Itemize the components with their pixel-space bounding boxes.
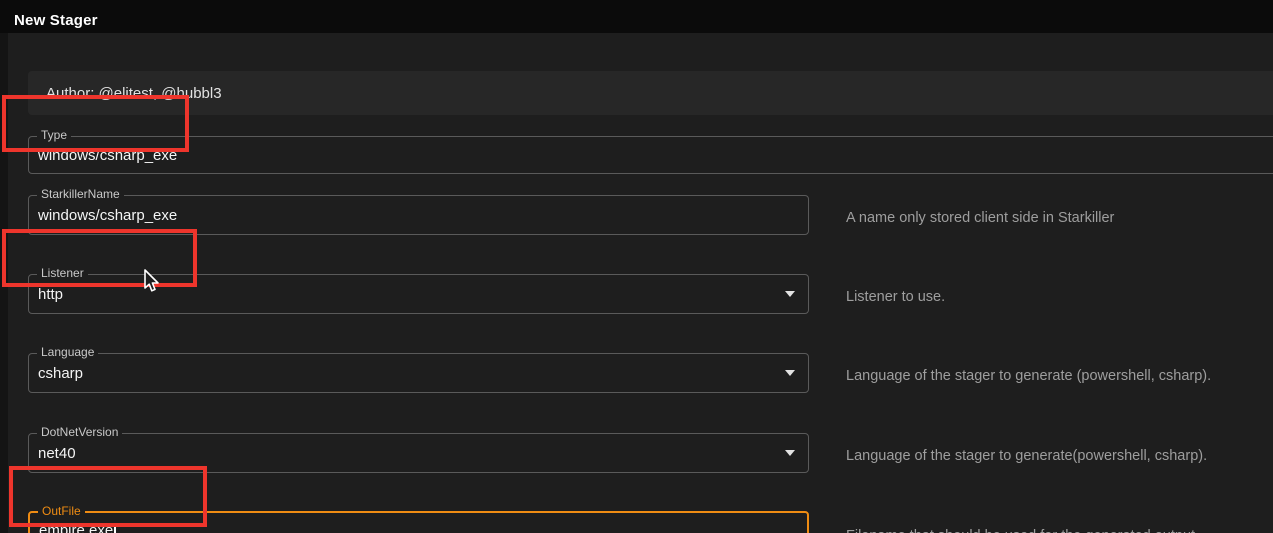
page-title: New Stager — [0, 5, 98, 29]
form-panel: Author: @elitest, @hubbl3 Type windows/c… — [8, 33, 1273, 533]
dotnetversion-selected-value[interactable]: net40 — [29, 445, 76, 462]
mouse-cursor — [143, 269, 160, 295]
dotnetversion-select-label: DotNetVersion — [37, 425, 122, 440]
chevron-down-icon — [785, 370, 795, 376]
language-selected-value[interactable]: csharp — [29, 365, 83, 382]
listener-selected-value[interactable]: http — [29, 286, 63, 303]
starkillername-input[interactable]: windows/csharp_exe — [29, 207, 177, 224]
outfile-help-text: Filename that should be used for the gen… — [846, 526, 1199, 533]
annotation-rectangle-listener — [2, 229, 197, 287]
language-select-label: Language — [37, 345, 98, 360]
new-stager-page: New Stager Author: @elitest, @hubbl3 Typ… — [0, 0, 1273, 533]
annotation-rectangle-type — [2, 95, 189, 152]
dotnetversion-help-text: Language of the stager to generate(power… — [846, 446, 1207, 466]
starkillername-help-text: A name only stored client side in Starki… — [846, 208, 1114, 228]
listener-help-text: Listener to use. — [846, 287, 945, 307]
chevron-down-icon — [785, 450, 795, 456]
language-help-text: Language of the stager to generate (powe… — [846, 366, 1211, 386]
author-card: Author: @elitest, @hubbl3 — [28, 71, 1273, 115]
annotation-rectangle-outfile — [9, 466, 207, 527]
page-header: New Stager — [0, 0, 1273, 33]
chevron-down-icon — [785, 291, 795, 297]
language-select[interactable]: Language csharp — [28, 353, 809, 393]
starkillername-field-label: StarkillerName — [37, 187, 124, 202]
type-field[interactable]: Type windows/csharp_exe — [28, 136, 1273, 174]
